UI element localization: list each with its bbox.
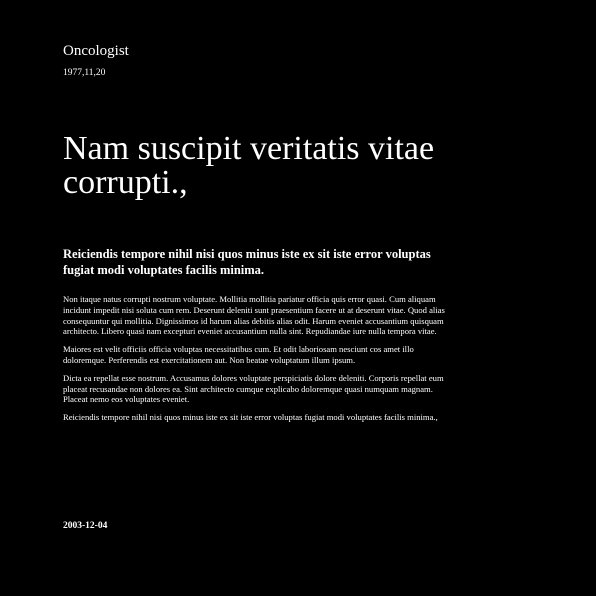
profession-label: Oncologist	[63, 43, 129, 59]
body-paragraph: Reiciendis tempore nihil nisi quos minus…	[63, 412, 438, 423]
body-paragraph: Dicta ea repellat esse nostrum. Accusamu…	[63, 372, 444, 405]
article-headline: Nam suscipit veritatis vitae corrupti.,	[63, 130, 435, 201]
header-date: 1977,11,20	[63, 68, 106, 78]
document-page: Oncologist 1977,11,20 Nam suscipit verit…	[63, 0, 463, 596]
article-body: Non itaque natus corrupti nostrum volupt…	[63, 294, 456, 430]
article-subheadline: Reiciendis tempore nihil nisi quos minus…	[63, 247, 431, 277]
body-paragraph: Maiores est velit officiis officia volup…	[63, 344, 414, 365]
footer-date: 2003-12-04	[63, 521, 108, 531]
body-paragraph: Non itaque natus corrupti nostrum volupt…	[63, 294, 445, 337]
